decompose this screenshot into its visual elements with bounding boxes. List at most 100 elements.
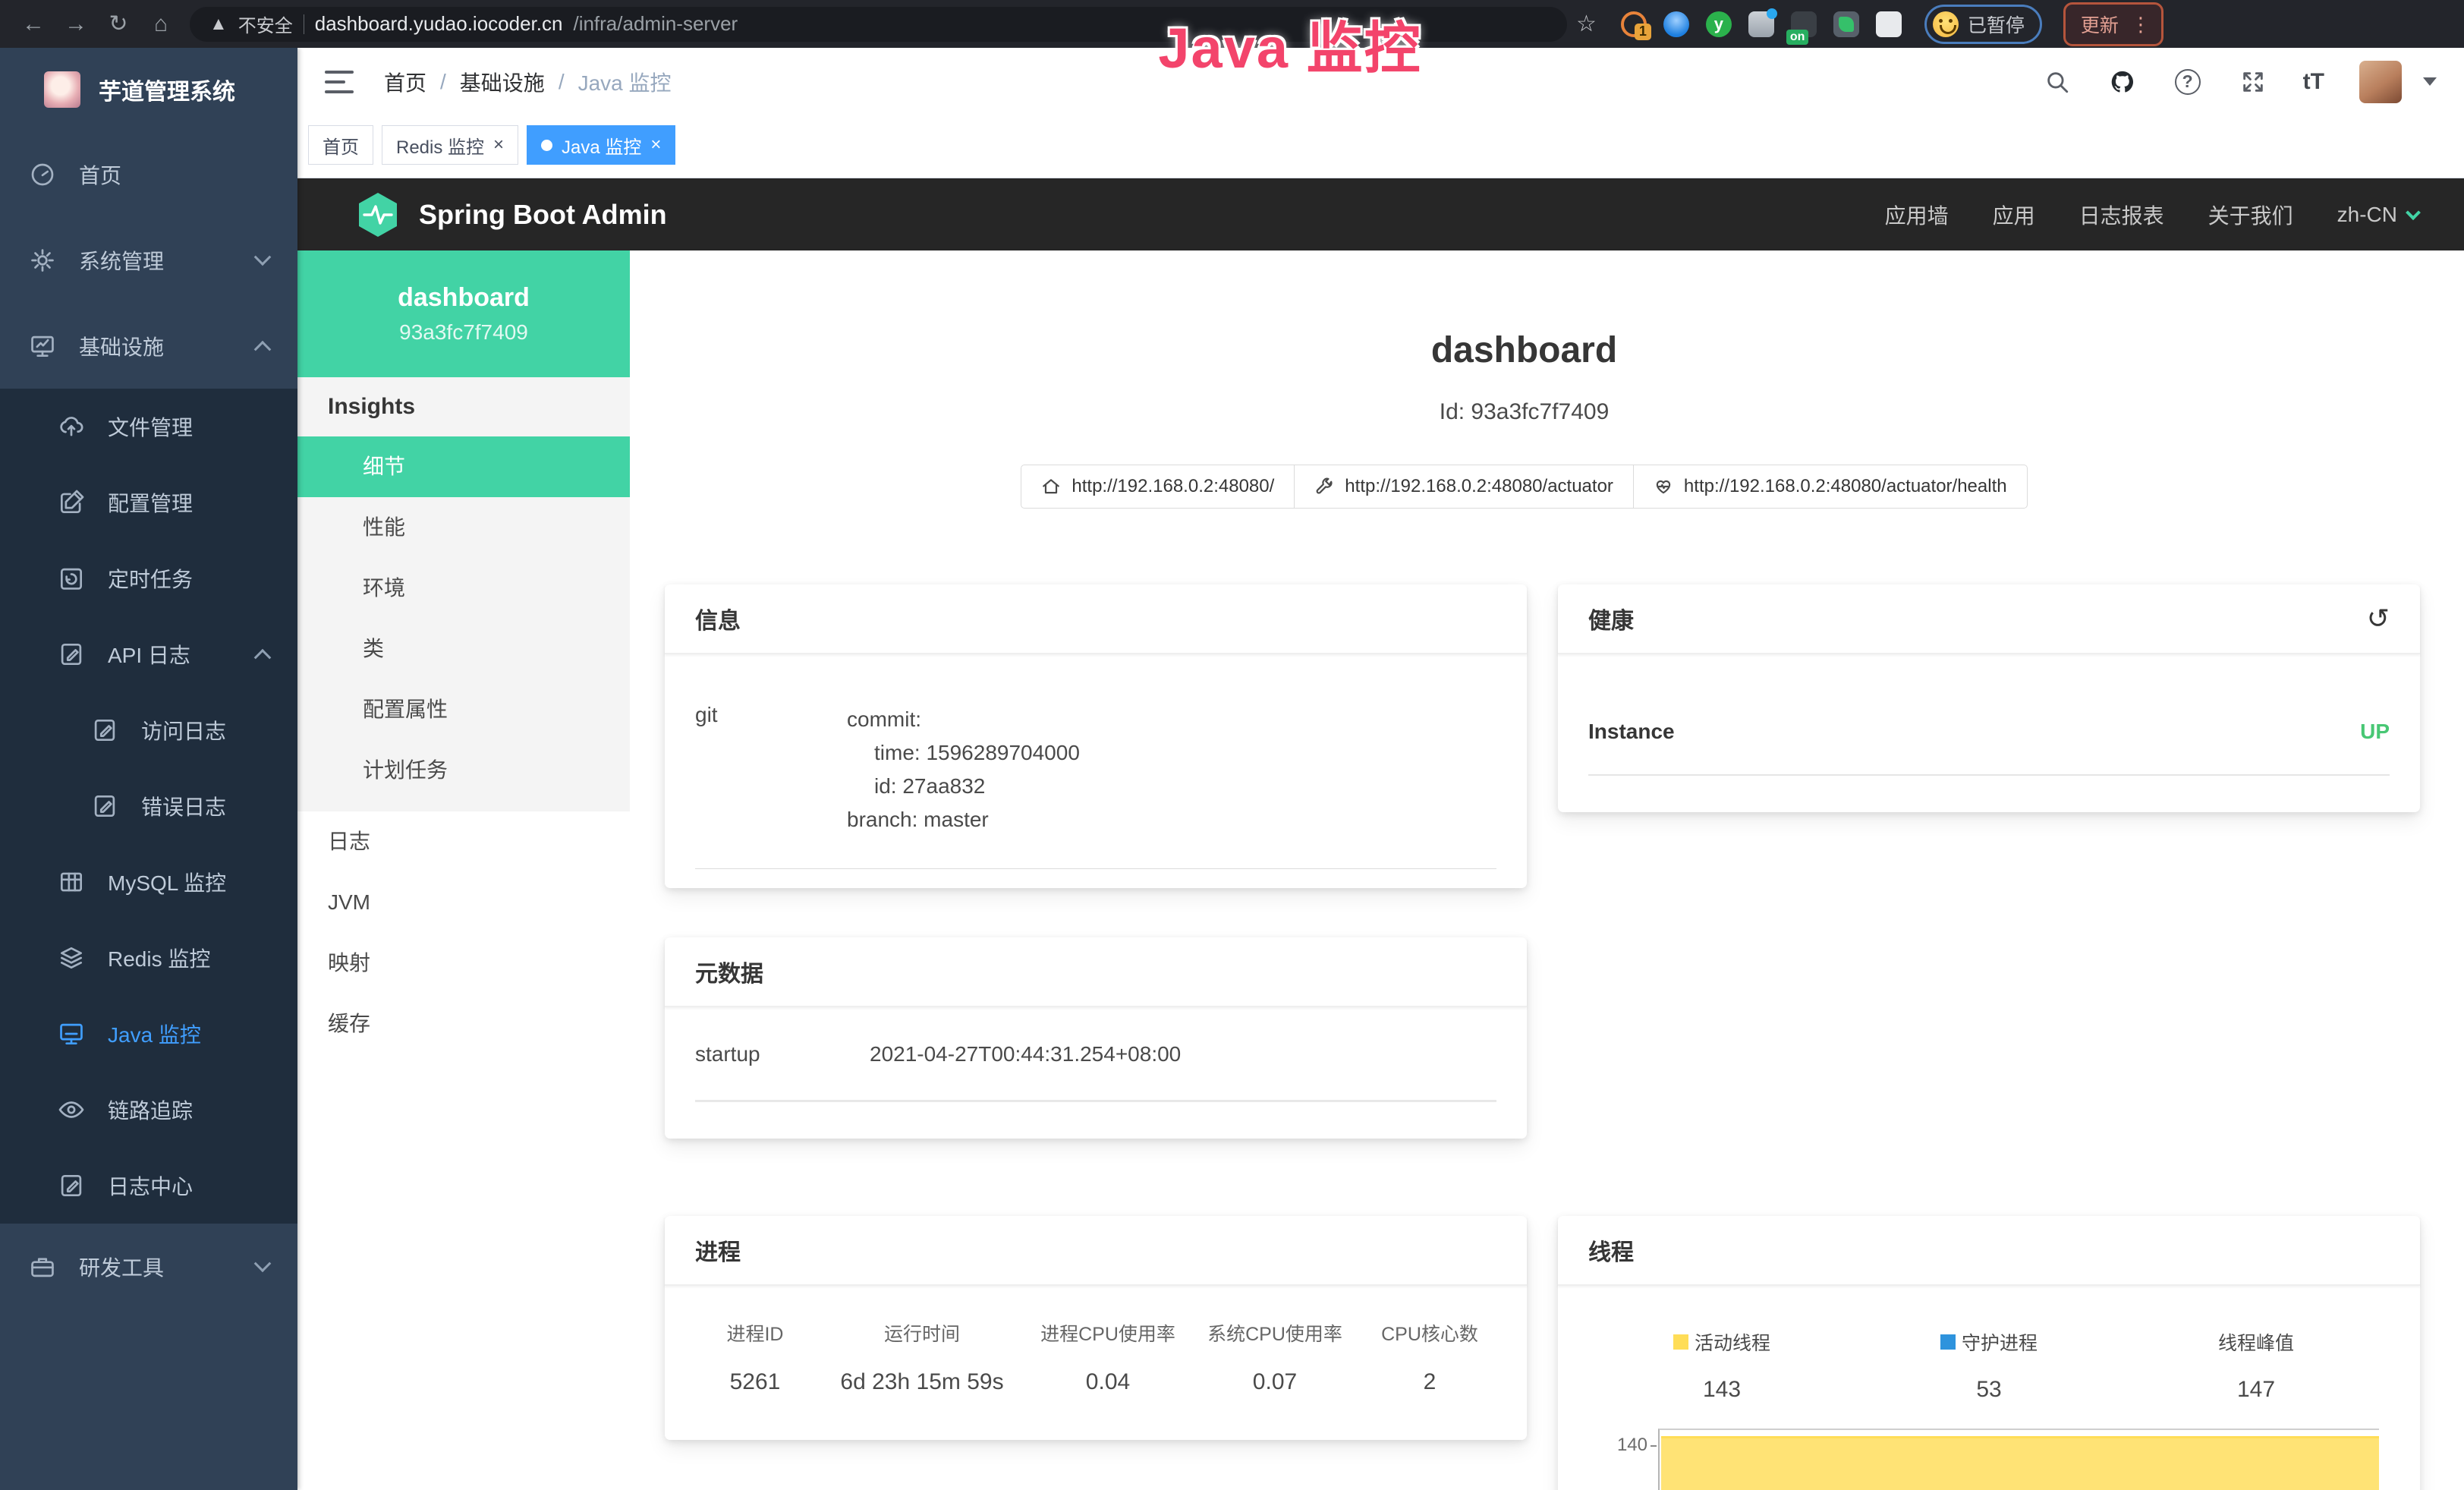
- user-avatar[interactable]: [2359, 61, 2402, 103]
- process-table-col: 运行时间 6d 23h 15m 59s: [815, 1319, 1029, 1395]
- chevron-up-icon: [254, 649, 272, 666]
- breadcrumb-home[interactable]: 首页: [384, 67, 426, 97]
- actuator-url-chip[interactable]: http://192.168.0.2:48080/actuator: [1294, 465, 1634, 509]
- service-url-chip[interactable]: http://192.168.0.2:48080/: [1021, 465, 1295, 509]
- sidebar-item-access-logs[interactable]: 访问日志: [0, 692, 297, 768]
- threads-card: 线程 活动线程 143: [1558, 1216, 2420, 1490]
- health-card: 健康 ↺ Instance UP: [1558, 584, 2420, 812]
- bookmark-star-icon[interactable]: ☆: [1576, 11, 1597, 37]
- reload-icon[interactable]: ↻: [100, 11, 137, 37]
- table-row: git commit: time: 1596289704000 id: 27aa…: [695, 703, 1496, 869]
- live-threads-area-series: [1661, 1436, 2379, 1490]
- sba-menu-scheduled-tasks[interactable]: 计划任务: [297, 740, 630, 801]
- avatar-caret-icon[interactable]: [2423, 77, 2437, 86]
- insights-group: Insights 细节 性能 环境 类 配置属性 计划任务: [297, 377, 630, 811]
- tab-redis-monitor[interactable]: Redis 监控 ×: [382, 125, 518, 165]
- sidebar-item-log-center[interactable]: 日志中心: [0, 1148, 297, 1224]
- health-url-chip[interactable]: http://192.168.0.2:48080/actuator/health: [1633, 465, 2028, 509]
- history-icon[interactable]: ↺: [2367, 605, 2390, 632]
- sidebar-item-java-monitor[interactable]: Java 监控: [0, 996, 297, 1072]
- yudao-extension-icon[interactable]: y: [1706, 11, 1732, 37]
- font-size-icon[interactable]: tT: [2303, 69, 2324, 95]
- sba-content: dashboard Id: 93a3fc7f7409 http://192.16…: [630, 250, 2464, 1490]
- metadata-card: 元数据 startup 2021-04-27T00:44:31.254+08:0…: [665, 937, 1527, 1139]
- table-row[interactable]: Instance UP: [1588, 720, 2390, 776]
- emoji-avatar-icon: [1933, 11, 1959, 37]
- leaf-extension-icon[interactable]: [1833, 11, 1859, 37]
- url-host[interactable]: dashboard.yudao.iocoder.cn: [315, 12, 563, 36]
- sidebar-item-tracing[interactable]: 链路追踪: [0, 1072, 297, 1148]
- monitor-icon: [56, 1019, 87, 1049]
- security-label[interactable]: 不安全: [238, 11, 293, 37]
- sba-menu-mappings[interactable]: 映射: [297, 933, 630, 994]
- tab-java-monitor[interactable]: Java 监控 ×: [527, 125, 675, 165]
- sba-menu-caches[interactable]: 缓存: [297, 994, 630, 1054]
- sidebar-item-infrastructure[interactable]: 基础设施: [0, 303, 297, 389]
- chart-plot-area: [1658, 1429, 2379, 1490]
- sba-menu-jvm[interactable]: JVM: [297, 872, 630, 933]
- sba-menu-logs[interactable]: 日志: [297, 811, 630, 872]
- metadata-card-header: 元数据: [665, 937, 1527, 1007]
- breadcrumb-infrastructure[interactable]: 基础设施: [460, 67, 545, 97]
- info-card-body: git commit: time: 1596289704000 id: 27aa…: [665, 654, 1527, 869]
- menu-kebab-icon[interactable]: ⋮: [2131, 14, 2151, 34]
- app-logo-row[interactable]: 芋道管理系统: [0, 48, 297, 131]
- sidebar-collapse-icon[interactable]: [325, 71, 354, 93]
- close-icon[interactable]: ×: [650, 134, 661, 156]
- url-path[interactable]: /infra/admin-server: [573, 12, 738, 36]
- annotation-java-monitor: Java 监控: [1093, 3, 1487, 84]
- dashboard-gauge-icon: [27, 159, 58, 190]
- sidebar-item-error-logs[interactable]: 错误日志: [0, 768, 297, 844]
- paused-profile-pill[interactable]: 已暂停: [1924, 5, 2042, 44]
- forward-icon[interactable]: →: [58, 11, 94, 37]
- log-edit-icon: [90, 715, 120, 745]
- close-icon[interactable]: ×: [493, 134, 504, 156]
- sidebar-item-mysql-monitor[interactable]: MySQL 监控: [0, 844, 297, 920]
- sidebar-item-dev-tools[interactable]: 研发工具: [0, 1224, 297, 1309]
- github-icon[interactable]: [2107, 67, 2138, 97]
- grid-extension-icon[interactable]: [1748, 11, 1774, 37]
- home-icon[interactable]: ⌂: [143, 11, 179, 37]
- sba-brand-title[interactable]: Spring Boot Admin: [419, 199, 667, 231]
- sba-menu-metrics[interactable]: 性能: [297, 497, 630, 558]
- tab-home[interactable]: 首页: [308, 125, 373, 165]
- refresh-extension-icon[interactable]: 1: [1621, 11, 1647, 37]
- sba-nav-wallboard[interactable]: 应用墙: [1885, 200, 1949, 230]
- process-card: 进程 进程ID 5261 运行时间 6d 23h 15m 59s: [665, 1216, 1527, 1440]
- fullscreen-icon[interactable]: [2238, 67, 2268, 97]
- table-row: startup 2021-04-27T00:44:31.254+08:00: [695, 1042, 1496, 1102]
- info-card: 信息 git commit: time: 1596289704000 id: 2…: [665, 584, 1527, 888]
- process-card-header: 进程: [665, 1216, 1527, 1286]
- sba-sidebar: dashboard 93a3fc7f7409 Insights 细节 性能 环境…: [297, 250, 630, 1490]
- sidebar-item-scheduled-jobs[interactable]: 定时任务: [0, 540, 297, 616]
- sba-menu-details[interactable]: 细节: [297, 436, 630, 497]
- switch-extension-icon[interactable]: on: [1791, 11, 1817, 37]
- toolbox-icon: [27, 1252, 58, 1282]
- info-card-header: 信息: [665, 584, 1527, 654]
- puzzle-extension-icon[interactable]: [1876, 11, 1902, 37]
- sidebar-item-redis-monitor[interactable]: Redis 监控: [0, 920, 297, 996]
- sba-nav-journal[interactable]: 日志报表: [2079, 200, 2164, 230]
- sba-menu-config-props[interactable]: 配置属性: [297, 679, 630, 740]
- help-icon[interactable]: ?: [2173, 67, 2203, 97]
- back-icon[interactable]: ←: [15, 11, 52, 37]
- chevron-down-icon: [254, 248, 272, 266]
- sba-locale-select[interactable]: zh-CN: [2337, 203, 2418, 227]
- app-sidebar-menu: 首页 系统管理 基础设施 文件管理 配置管理: [0, 131, 297, 1490]
- chevron-up-icon: [254, 340, 272, 358]
- sidebar-item-home[interactable]: 首页: [0, 131, 297, 217]
- sba-menu-environment[interactable]: 环境: [297, 558, 630, 619]
- search-icon[interactable]: [2042, 67, 2072, 97]
- sidebar-item-file-management[interactable]: 文件管理: [0, 389, 297, 465]
- sidebar-item-config-management[interactable]: 配置管理: [0, 465, 297, 540]
- sba-nav-applications[interactable]: 应用: [1993, 200, 2035, 230]
- sba-menu-classes[interactable]: 类: [297, 619, 630, 679]
- sidebar-item-api-logs[interactable]: API 日志: [0, 616, 297, 692]
- pin-extension-icon[interactable]: [1663, 11, 1689, 37]
- chevron-down-icon: [254, 1255, 272, 1272]
- threads-stats: 活动线程 143 守护进程 53: [1588, 1328, 2390, 1403]
- sba-nav-about[interactable]: 关于我们: [2208, 200, 2293, 230]
- sba-instance-header[interactable]: dashboard 93a3fc7f7409: [297, 250, 630, 377]
- update-browser-button[interactable]: 更新 ⋮: [2063, 2, 2163, 46]
- sidebar-item-system[interactable]: 系统管理: [0, 217, 297, 303]
